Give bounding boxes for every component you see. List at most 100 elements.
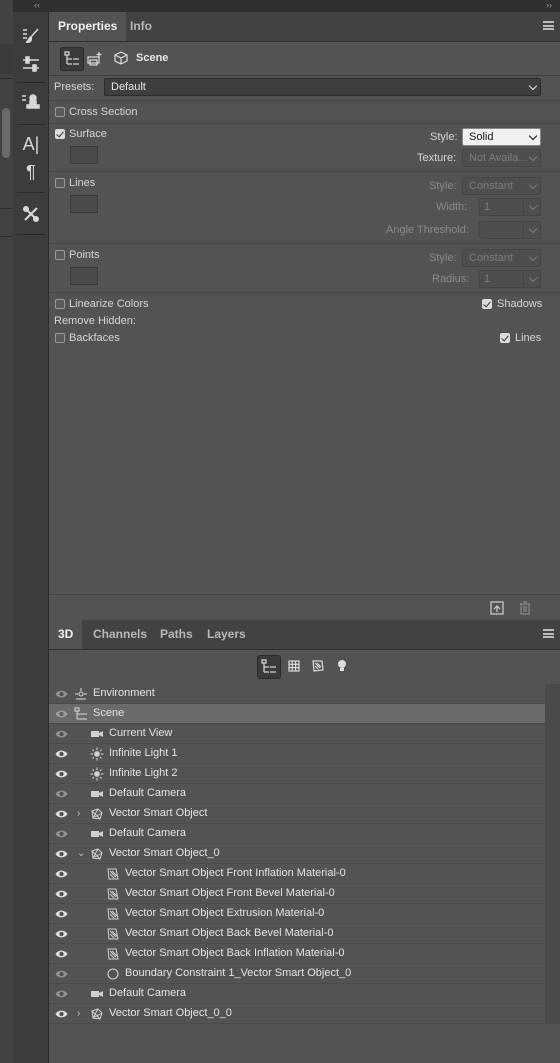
materials-icon[interactable] xyxy=(307,655,329,677)
render-settings-icon[interactable] xyxy=(84,47,106,69)
tree-row[interactable]: Vector Smart Object Front Inflation Mate… xyxy=(49,864,545,884)
eye-icon[interactable] xyxy=(55,748,68,760)
tree-row[interactable]: Environment xyxy=(49,684,545,704)
surface-checkbox[interactable] xyxy=(55,129,65,139)
presets-select[interactable]: Default xyxy=(104,78,541,96)
tree-row[interactable]: › Vector Smart Object xyxy=(49,804,545,824)
tree-row[interactable]: Default Camera xyxy=(49,784,545,804)
chevron-right-icon[interactable]: › xyxy=(77,808,80,819)
points-checkbox[interactable] xyxy=(55,250,65,260)
tree-row-label: Scene xyxy=(93,707,125,719)
tab-3d[interactable]: 3D xyxy=(49,620,83,649)
chevron-right-icon[interactable]: › xyxy=(77,1008,80,1019)
lines-checkbox[interactable] xyxy=(55,178,65,188)
tree-row[interactable]: Scene xyxy=(49,704,545,724)
tree-scrollbar[interactable] xyxy=(545,684,560,1024)
eye-icon[interactable] xyxy=(55,868,68,880)
eye-icon[interactable] xyxy=(55,1008,68,1020)
points-color-swatch[interactable] xyxy=(70,267,98,285)
surface-style-select[interactable]: Solid xyxy=(462,128,541,146)
tree-row[interactable]: Infinite Light 2 xyxy=(49,764,545,784)
divider xyxy=(523,199,524,215)
divider xyxy=(0,236,12,237)
surface-label: Surface xyxy=(69,128,107,140)
eye-icon[interactable] xyxy=(55,808,68,820)
whole-scene-icon[interactable] xyxy=(257,655,281,679)
tab-info[interactable]: Info xyxy=(121,12,161,41)
tree-row[interactable]: Current View xyxy=(49,724,545,744)
brush-settings-icon[interactable] xyxy=(17,52,45,76)
camera-icon xyxy=(90,827,104,841)
tab-channels[interactable]: Channels xyxy=(84,620,156,649)
remove-hidden-lines-checkbox[interactable] xyxy=(500,333,510,343)
tree-row[interactable]: Infinite Light 1 xyxy=(49,744,545,764)
clone-source-icon[interactable] xyxy=(17,90,45,114)
tree-row[interactable]: Default Camera xyxy=(49,984,545,1004)
material-icon xyxy=(106,907,120,921)
brush-presets-icon[interactable] xyxy=(17,24,45,48)
cross-section-checkbox[interactable] xyxy=(55,107,65,117)
eye-icon[interactable] xyxy=(55,768,68,780)
surface-color-swatch[interactable] xyxy=(70,146,98,164)
cross-section-label: Cross Section xyxy=(69,106,138,118)
collapse-right-icon[interactable]: ›› xyxy=(546,0,552,11)
tree-row-label: Infinite Light 2 xyxy=(109,767,178,779)
material-icon xyxy=(106,947,120,961)
eye-icon[interactable] xyxy=(55,948,68,960)
character-icon[interactable]: A| xyxy=(17,132,45,156)
tree-row[interactable]: ⌄ Vector Smart Object_0 xyxy=(49,844,545,864)
lines-style-select[interactable]: Constant xyxy=(462,177,541,195)
angle-threshold-input[interactable] xyxy=(479,221,541,239)
eye-icon[interactable] xyxy=(55,848,68,860)
tree-row[interactable]: › Vector Smart Object_0_0 xyxy=(49,1004,545,1024)
trash-icon[interactable] xyxy=(514,597,536,619)
tree-row-label: Vector Smart Object Front Bevel Material… xyxy=(125,887,335,899)
tree-row[interactable]: Boundary Constraint 1_Vector Smart Objec… xyxy=(49,964,545,984)
eye-icon[interactable] xyxy=(55,708,68,720)
eye-icon[interactable] xyxy=(55,888,68,900)
points-style-select[interactable]: Constant xyxy=(462,249,541,267)
backfaces-checkbox[interactable] xyxy=(55,333,65,343)
eye-icon[interactable] xyxy=(55,828,68,840)
eye-icon[interactable] xyxy=(55,788,68,800)
collapse-left-icon[interactable]: ‹‹ xyxy=(34,0,40,11)
width-input[interactable]: 1 xyxy=(479,198,541,216)
tree-row[interactable]: Vector Smart Object Front Bevel Material… xyxy=(49,884,545,904)
panel-menu-icon[interactable] xyxy=(543,21,554,30)
lines-color-swatch[interactable] xyxy=(70,195,98,213)
panel-menu-icon[interactable] xyxy=(543,629,554,638)
render-icon[interactable] xyxy=(486,597,508,619)
paragraph-icon[interactable]: ¶ xyxy=(17,160,45,184)
eye-icon[interactable] xyxy=(55,988,68,1000)
tree-row-label: Default Camera xyxy=(109,987,187,999)
eye-icon[interactable] xyxy=(55,908,68,920)
lights-icon[interactable] xyxy=(331,655,353,677)
left-scrollbar[interactable] xyxy=(2,108,10,158)
eye-icon[interactable] xyxy=(55,928,68,940)
tree-row[interactable]: Vector Smart Object Extrusion Material-0 xyxy=(49,904,545,924)
tab-properties[interactable]: Properties xyxy=(49,12,127,41)
texture-select[interactable]: Not Availa... xyxy=(462,149,541,167)
tab-paths[interactable]: Paths xyxy=(151,620,202,649)
mesh-icon xyxy=(90,807,104,821)
eye-icon[interactable] xyxy=(55,728,68,740)
scene-icon[interactable] xyxy=(60,47,84,71)
tree-row[interactable]: Vector Smart Object Back Bevel Material-… xyxy=(49,924,545,944)
light-icon xyxy=(90,747,104,761)
scene-icon xyxy=(74,707,88,721)
lines-style-value: Constant xyxy=(469,180,514,192)
meshes-icon[interactable] xyxy=(283,655,305,677)
tab-layers[interactable]: Layers xyxy=(198,620,255,649)
tree-row[interactable]: Vector Smart Object Back Inflation Mater… xyxy=(49,944,545,964)
backfaces-label: Backfaces xyxy=(69,332,120,344)
shadows-checkbox[interactable] xyxy=(482,299,492,309)
divider xyxy=(49,100,560,101)
tree-row-label: Environment xyxy=(93,687,155,699)
chevron-down-icon[interactable]: ⌄ xyxy=(77,848,85,859)
tree-row[interactable]: Default Camera xyxy=(49,824,545,844)
eye-icon[interactable] xyxy=(55,688,68,700)
radius-input[interactable]: 1 xyxy=(479,270,541,288)
eye-icon[interactable] xyxy=(55,968,68,980)
3d-tools-icon[interactable] xyxy=(17,202,45,226)
linearize-colors-checkbox[interactable] xyxy=(55,299,65,309)
